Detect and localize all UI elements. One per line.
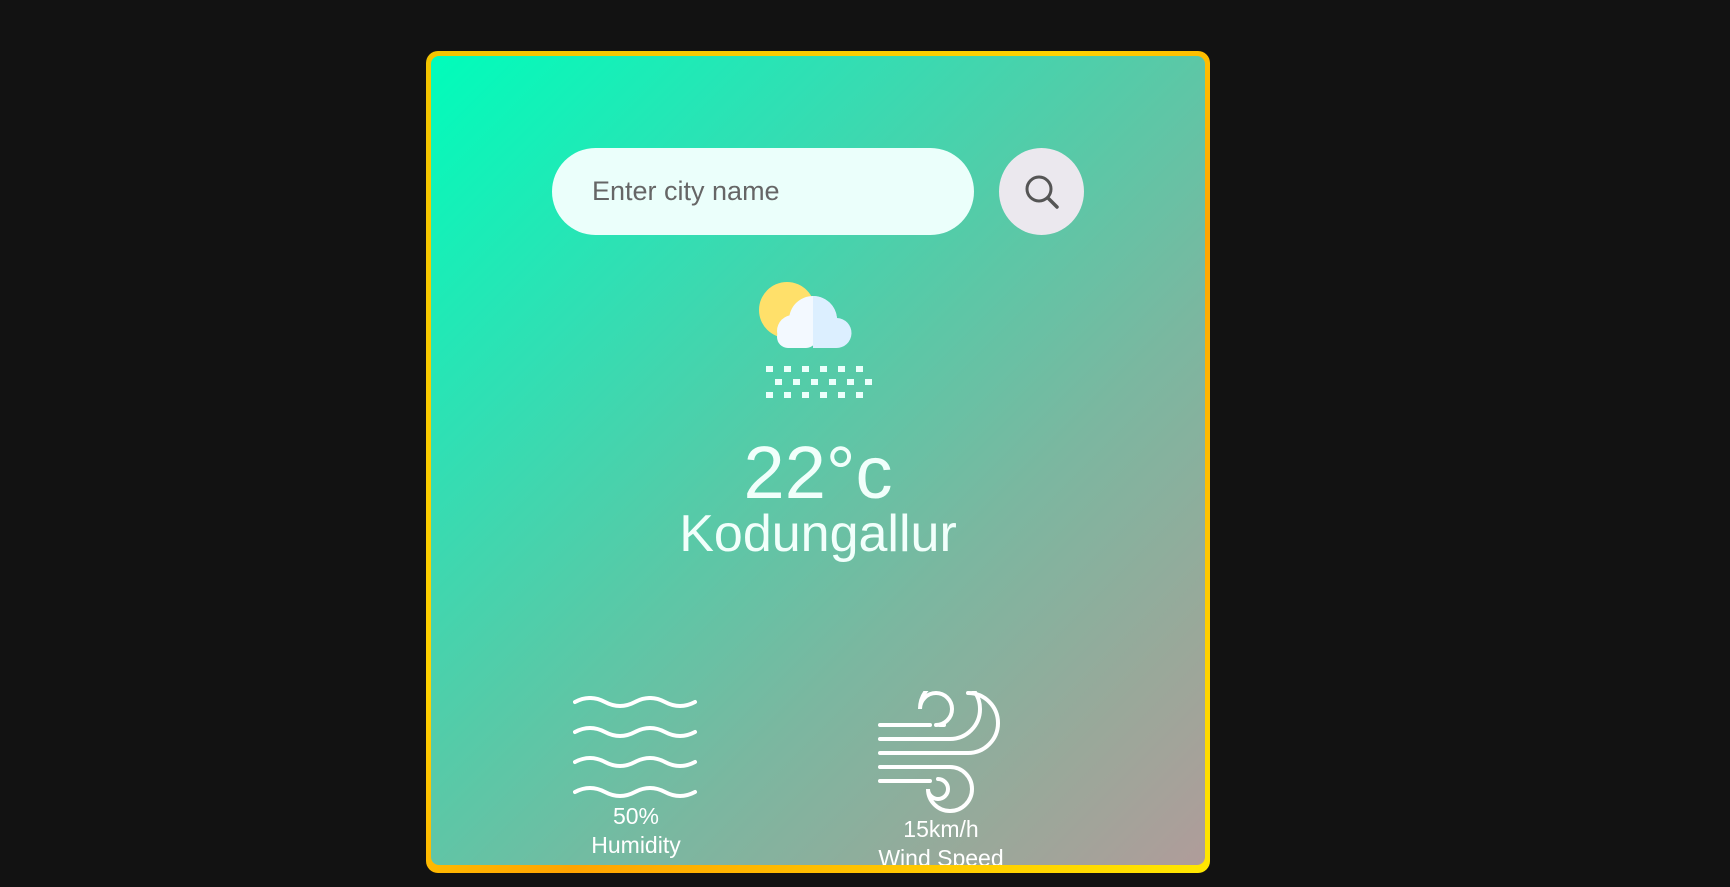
wind-icon bbox=[878, 691, 1000, 813]
sun-cloud-snow-icon bbox=[759, 282, 872, 398]
weather-card: 22°c Kodungallur 50% Humidity bbox=[431, 56, 1205, 865]
search-button[interactable] bbox=[999, 148, 1084, 235]
search-icon bbox=[1025, 175, 1059, 209]
humidity-waves-icon bbox=[573, 696, 697, 798]
humidity-value: 50% bbox=[612, 803, 660, 829]
humidity-detail: 50% Humidity bbox=[571, 696, 701, 860]
temperature: 22°c bbox=[743, 431, 893, 514]
weather-card-border: 22°c Kodungallur 50% Humidity bbox=[426, 51, 1210, 873]
wind-label: Wind Speed bbox=[878, 845, 1004, 865]
city-name: Kodungallur bbox=[679, 505, 957, 563]
city-search-input[interactable] bbox=[552, 148, 974, 235]
humidity-label: Humidity bbox=[591, 832, 681, 858]
wind-value: 15km/h bbox=[903, 816, 979, 842]
wind-detail: 15km/h Wind Speed bbox=[871, 691, 1011, 865]
